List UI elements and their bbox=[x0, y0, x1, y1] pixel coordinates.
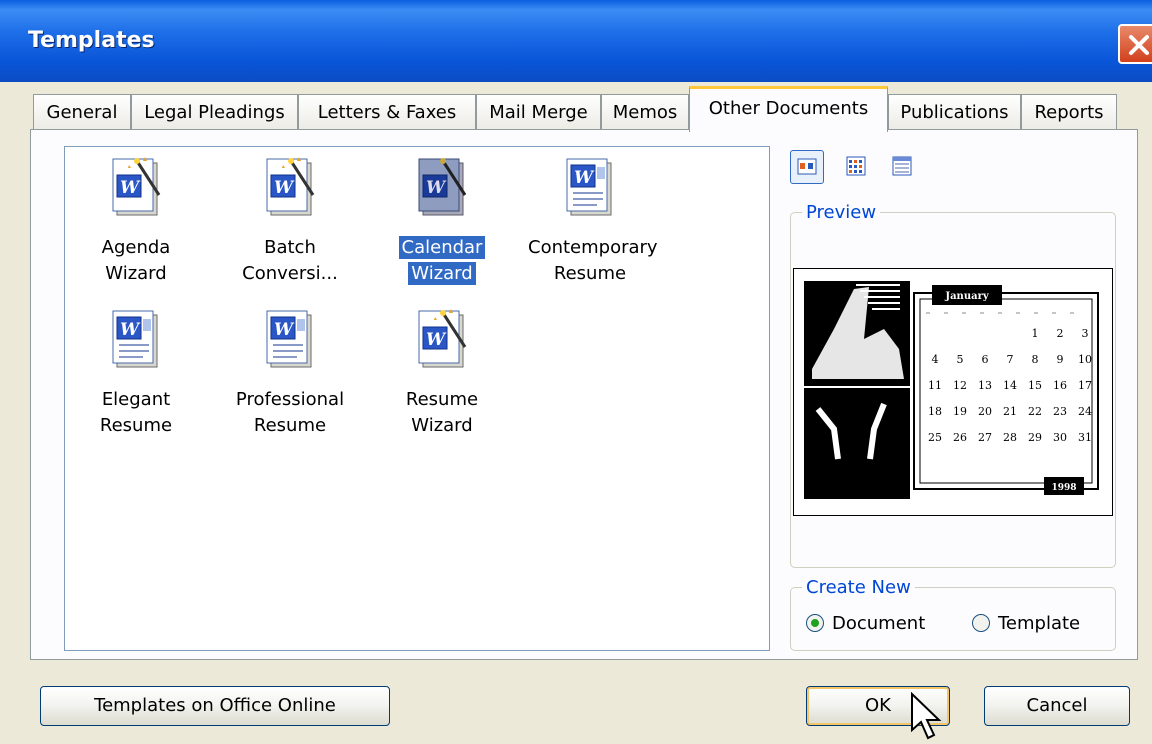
wizard-doc-icon: W bbox=[112, 157, 161, 216]
svg-text:W: W bbox=[274, 178, 295, 198]
word-doc-icon: W bbox=[112, 310, 158, 368]
word-doc-icon: W bbox=[566, 158, 612, 216]
title-bar[interactable]: Templates bbox=[0, 0, 1152, 82]
template-label: Agenda Wizard bbox=[101, 237, 171, 284]
tab-other-documents[interactable]: Other Documents bbox=[689, 86, 888, 132]
create-new-label: Create New bbox=[802, 577, 915, 598]
calendar-day: 5 bbox=[957, 353, 964, 366]
document-radio-label: Document bbox=[832, 613, 926, 634]
calendar-day: 26 bbox=[953, 431, 967, 444]
template-agenda-wizard[interactable]: W Agenda Wizard bbox=[71, 153, 201, 293]
calendar-day: 11 bbox=[928, 379, 942, 392]
template-batch-conversion[interactable]: W Batch Conversi... bbox=[225, 153, 355, 293]
template-elegant-resume[interactable]: W Elegant Resume bbox=[71, 305, 201, 445]
calendar-day: 28 bbox=[1003, 431, 1017, 444]
calendar-day: 12 bbox=[953, 379, 967, 392]
calendar-day: 4 bbox=[932, 353, 939, 366]
calendar-day: 29 bbox=[1028, 431, 1042, 444]
preview-image: January 1 2 3 4 5 6 7 8 9 10 11 12 13 14 15 16 17 18 19 20 2… bbox=[793, 268, 1113, 516]
template-radio-label: Template bbox=[998, 613, 1081, 634]
calendar-day: 22 bbox=[1028, 405, 1042, 418]
calendar-day: 21 bbox=[1003, 405, 1017, 418]
wizard-doc-icon: W bbox=[418, 158, 467, 216]
template-label: Batch Conversi... bbox=[242, 237, 338, 284]
tab-mail-merge[interactable]: Mail Merge bbox=[476, 94, 601, 130]
svg-text:W: W bbox=[426, 330, 447, 350]
calendar-day: 15 bbox=[1028, 379, 1042, 392]
calendar-day: 10 bbox=[1078, 353, 1092, 366]
tab-letters-faxes[interactable]: Letters & Faxes bbox=[298, 94, 476, 130]
calendar-day: 23 bbox=[1053, 405, 1067, 418]
calendar-day: 20 bbox=[978, 405, 992, 418]
tab-publications[interactable]: Publications bbox=[888, 94, 1021, 130]
template-list[interactable]: W Agenda Wizard W Batch Conversi... W Ca… bbox=[64, 146, 770, 651]
mouse-pointer-icon bbox=[911, 692, 942, 740]
calendar-day: 2 bbox=[1057, 327, 1064, 340]
template-label: Contemporary Resume bbox=[528, 237, 658, 284]
tab-reports[interactable]: Reports bbox=[1021, 94, 1117, 130]
window-title: Templates bbox=[28, 28, 155, 53]
calendar-day: 16 bbox=[1053, 379, 1067, 392]
templates-online-button[interactable]: Templates on Office Online bbox=[40, 686, 390, 726]
svg-text:W: W bbox=[426, 178, 447, 198]
calendar-day: 17 bbox=[1078, 379, 1092, 392]
calendar-day: 19 bbox=[953, 405, 967, 418]
tab-general[interactable]: General bbox=[33, 94, 131, 130]
calendar-day: 13 bbox=[978, 379, 992, 392]
template-contemporary-resume[interactable]: W Contemporary Resume bbox=[525, 153, 658, 293]
calendar-day: 9 bbox=[1057, 353, 1064, 366]
radio-indicator bbox=[972, 614, 990, 632]
list-view-icon bbox=[846, 156, 866, 176]
template-label: Elegant Resume bbox=[99, 389, 173, 436]
wizard-doc-icon: W bbox=[266, 157, 315, 216]
large-icons-view-icon bbox=[797, 158, 817, 175]
calendar-day: 1 bbox=[1032, 327, 1039, 340]
template-calendar-wizard[interactable]: W Calendar Wizard bbox=[377, 153, 507, 293]
svg-text:1998: 1998 bbox=[1051, 483, 1076, 493]
svg-text:January: January bbox=[944, 291, 990, 302]
list-view-button[interactable] bbox=[840, 150, 874, 184]
details-view-button[interactable] bbox=[886, 150, 920, 184]
calendar-preview-icon: January 1 2 34 5 6 7 8 9 1011 12 13 14 15 16 1718 19 20 2… bbox=[804, 281, 1099, 499]
calendar-day: 3 bbox=[1082, 327, 1089, 340]
calendar-day: 18 bbox=[928, 405, 942, 418]
svg-text:W: W bbox=[120, 320, 141, 340]
calendar-day: 7 bbox=[1007, 353, 1014, 366]
tab-memos[interactable]: Memos bbox=[601, 94, 689, 130]
calendar-day: 14 bbox=[1003, 379, 1017, 392]
calendar-day: 25 bbox=[928, 431, 942, 444]
template-label: Professional Resume bbox=[235, 389, 345, 436]
close-icon bbox=[1129, 35, 1149, 55]
details-view-icon bbox=[892, 156, 912, 176]
calendar-day: 30 bbox=[1053, 431, 1067, 444]
calendar-day: 24 bbox=[1078, 405, 1092, 418]
svg-text:W: W bbox=[120, 178, 141, 198]
wizard-doc-icon: W bbox=[418, 309, 467, 368]
close-button[interactable] bbox=[1118, 24, 1152, 64]
template-label: Resume Wizard bbox=[405, 389, 479, 436]
templates-dialog: Templates General Legal Pleadings Letter… bbox=[0, 0, 1152, 744]
cancel-button[interactable]: Cancel bbox=[984, 686, 1130, 726]
calendar-day: 31 bbox=[1078, 431, 1092, 444]
svg-text:W: W bbox=[574, 168, 595, 188]
calendar-day: 8 bbox=[1032, 353, 1039, 366]
preview-label: Preview bbox=[802, 202, 881, 223]
calendar-day: 27 bbox=[978, 431, 992, 444]
tab-legal-pleadings[interactable]: Legal Pleadings bbox=[131, 94, 298, 130]
template-professional-resume[interactable]: W Professional Resume bbox=[225, 305, 355, 445]
large-icons-view-button[interactable] bbox=[790, 150, 824, 184]
svg-text:W: W bbox=[274, 320, 295, 340]
template-resume-wizard[interactable]: W Resume Wizard bbox=[377, 305, 507, 445]
radio-indicator bbox=[806, 614, 824, 632]
word-doc-icon: W bbox=[266, 310, 312, 368]
calendar-day: 6 bbox=[982, 353, 989, 366]
template-label: Calendar Wizard bbox=[377, 235, 507, 287]
